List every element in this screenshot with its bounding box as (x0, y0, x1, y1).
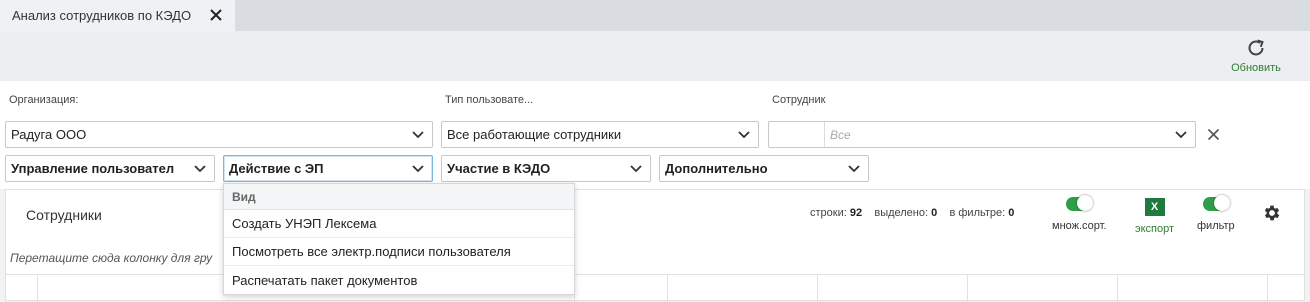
column-divider[interactable] (967, 275, 968, 302)
menu-item-create-unep[interactable]: Создать УНЭП Лексема (224, 210, 574, 238)
ep-action-dropdown: Вид Создать УНЭП Лексема Посмотреть все … (223, 183, 575, 295)
close-icon[interactable] (209, 8, 223, 22)
user-type-select[interactable]: Все работающие сотрудники (441, 121, 759, 148)
clear-employee-icon[interactable] (1207, 128, 1220, 141)
column-divider[interactable] (817, 275, 818, 302)
rows-count: 92 (849, 207, 863, 219)
employee-placeholder: Все (830, 128, 851, 142)
filtered-label: в фильтре: (949, 207, 1006, 219)
filtered-count: 0 (1008, 207, 1015, 219)
chevron-down-icon (848, 165, 860, 173)
chevron-down-icon (412, 131, 424, 139)
organization-label: Организация: (9, 94, 79, 106)
organization-value: Радуга ООО (11, 127, 87, 142)
filter-toggle[interactable] (1202, 195, 1230, 211)
employee-label: Сотрудник (772, 94, 826, 106)
menu-item-view-signatures[interactable]: Посмотреть все электр.подписи пользовате… (224, 238, 574, 266)
refresh-icon (1248, 39, 1264, 56)
grid-title: Сотрудники (26, 207, 102, 223)
rows-label: строки: (810, 207, 847, 219)
multisort-toggle[interactable] (1066, 195, 1094, 211)
column-divider[interactable] (37, 275, 38, 302)
ep-action-menu[interactable]: Действие с ЭП (223, 155, 433, 182)
chevron-down-icon (1175, 131, 1187, 139)
filter-control: фильтр (1197, 195, 1235, 232)
additional-label: Дополнительно (665, 161, 768, 176)
tab-bar: Анализ сотрудников по КЭДО (0, 0, 1310, 31)
user-management-label: Управление пользовател (11, 161, 175, 176)
chevron-down-icon (194, 165, 206, 173)
filter-label: фильтр (1197, 220, 1235, 232)
refresh-button[interactable]: Обновить (1226, 37, 1286, 79)
toolbar (0, 31, 1310, 81)
chevron-down-icon (630, 165, 642, 173)
excel-icon: X (1144, 198, 1165, 216)
grid-stats: строки: 92 выделено: 0 в фильтре: 0 (810, 207, 1014, 219)
grid-header-row (6, 274, 1304, 302)
dropdown-header: Вид (224, 184, 574, 210)
group-drop-hint: Перетащите сюда колонку для гру (10, 251, 213, 265)
employee-select[interactable]: Все (768, 121, 1196, 148)
column-divider[interactable] (667, 275, 668, 302)
column-divider[interactable] (1267, 275, 1268, 302)
filters-panel: Организация: Тип пользовате... Сотрудник… (0, 81, 1310, 189)
user-management-menu[interactable]: Управление пользовател (5, 155, 215, 182)
organization-select[interactable]: Радуга ООО (5, 121, 433, 148)
menu-item-print-package[interactable]: Распечатать пакет документов (224, 266, 574, 294)
multisort-control: множ.сорт. (1052, 195, 1107, 232)
kedo-participation-menu[interactable]: Участие в КЭДО (441, 155, 651, 182)
column-divider[interactable] (1117, 275, 1118, 302)
kedo-participation-label: Участие в КЭДО (447, 161, 551, 176)
additional-menu[interactable]: Дополнительно (659, 155, 869, 182)
selected-count: 0 (931, 207, 938, 219)
gear-icon[interactable] (1262, 203, 1282, 223)
tab-title: Анализ сотрудников по КЭДО (12, 8, 192, 23)
multisort-label: множ.сорт. (1052, 220, 1107, 232)
chevron-down-icon (738, 131, 750, 139)
export-button[interactable]: X экспорт (1135, 198, 1174, 235)
employee-select-divider (824, 122, 825, 147)
refresh-label: Обновить (1231, 62, 1281, 74)
tab-employee-analysis[interactable]: Анализ сотрудников по КЭДО (0, 0, 235, 31)
chevron-down-icon (412, 165, 424, 173)
selected-label: выделено: (874, 207, 929, 219)
user-type-value: Все работающие сотрудники (447, 127, 622, 142)
user-type-label: Тип пользовате... (445, 94, 534, 106)
export-label: экспорт (1135, 223, 1175, 235)
ep-action-label: Действие с ЭП (229, 161, 324, 176)
employees-grid: Сотрудники строки: 92 выделено: 0 в филь… (5, 189, 1305, 302)
